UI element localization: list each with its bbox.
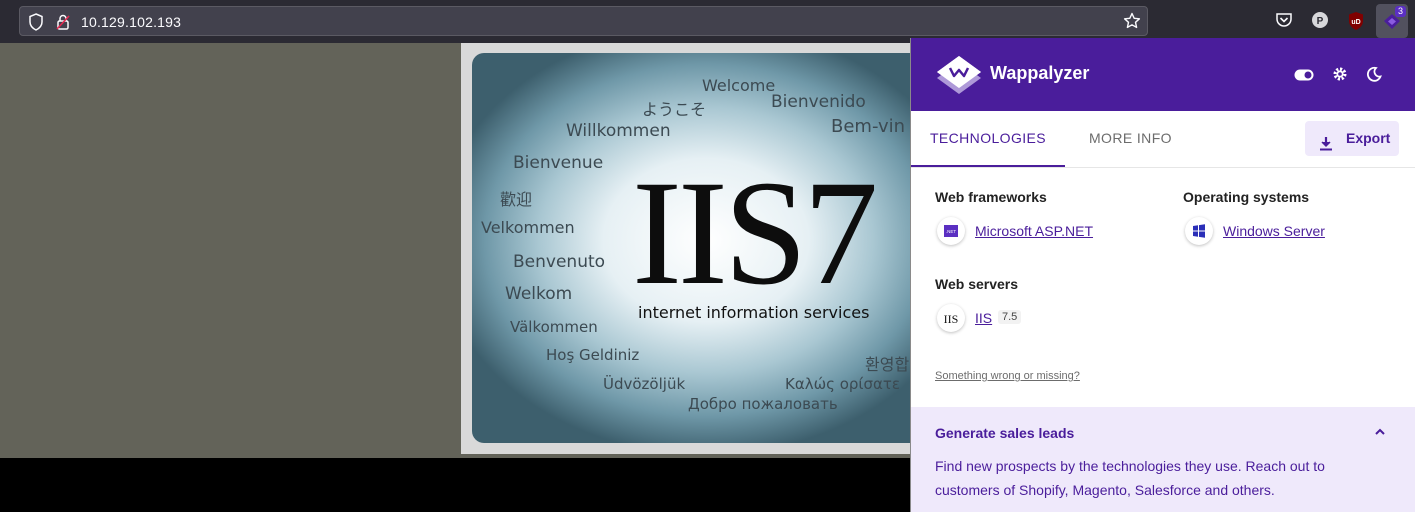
settings-gear-icon[interactable] [1332, 66, 1348, 87]
chevron-up-icon[interactable] [1373, 425, 1387, 444]
bookmark-star-icon[interactable] [1123, 12, 1141, 35]
greeting: Benvenuto [513, 252, 606, 272]
greeting: Hoş Geldiniz [546, 346, 640, 364]
wappalyzer-title: Wappalyzer [990, 63, 1090, 83]
greeting: Welkom [505, 284, 573, 304]
dotnet-icon: .NET [937, 217, 965, 245]
pocket-icon[interactable] [1275, 11, 1293, 34]
iis7-subtitle: internet information services [638, 303, 870, 322]
browser-toolbar: 10.129.102.193 P uD 3 [0, 0, 1415, 43]
export-label: Export [1346, 130, 1391, 146]
category-title: Operating systems [1183, 189, 1310, 205]
tracking-protection-shield-icon[interactable] [28, 13, 44, 36]
wappalyzer-tabs: TECHNOLOGIES MORE INFO Export [911, 111, 1415, 168]
svg-text:P: P [1317, 16, 1324, 27]
profile-p-icon[interactable]: P [1311, 11, 1329, 34]
greeting: Bienvenido [771, 92, 866, 112]
greeting: Welcome [702, 76, 776, 95]
url-text[interactable]: 10.129.102.193 [81, 14, 181, 30]
wappalyzer-extension-button[interactable]: 3 [1376, 4, 1408, 38]
tech-link-microsoft-aspnet[interactable]: Microsoft ASP.NET [975, 223, 1093, 239]
greeting: 환영합 [865, 355, 910, 374]
greeting: Willkommen [566, 121, 671, 141]
greeting: ようこそ [642, 100, 707, 119]
sales-leads-title[interactable]: Generate sales leads [935, 425, 1074, 441]
sales-leads-description: Find new prospects by the technologies t… [935, 458, 1325, 498]
greeting: 歡迎 [500, 190, 533, 209]
iis-icon: IIS [937, 304, 965, 332]
version-badge: 7.5 [998, 310, 1022, 324]
svg-text:IIS: IIS [944, 312, 959, 326]
toggle-switch-icon[interactable] [1294, 68, 1314, 86]
tab-more-info[interactable]: MORE INFO [1089, 111, 1172, 165]
svg-text:.NET: .NET [946, 229, 957, 234]
wappalyzer-popup: Wappalyzer TECHNOLOGIES MORE INFO Export… [910, 38, 1415, 512]
greeting: Välkommen [510, 318, 598, 336]
iis7-logo-text: IIS7 [632, 150, 878, 316]
category-title: Web servers [935, 276, 1019, 292]
tech-link-windows-server[interactable]: Windows Server [1223, 223, 1325, 239]
wappalyzer-logo-icon [935, 54, 983, 101]
greeting: Bem-vin [831, 116, 906, 137]
download-icon [1319, 130, 1333, 165]
greeting: Добро пожаловать [688, 395, 838, 413]
greeting: Καλώς ορίσατε [785, 375, 901, 393]
category-title: Web frameworks [935, 189, 1047, 205]
feedback-link[interactable]: Something wrong or missing? [935, 370, 1080, 382]
url-bar[interactable]: 10.129.102.193 [19, 6, 1148, 36]
sales-leads-panel: Generate sales leads Find new prospects … [911, 407, 1415, 512]
svg-text:uD: uD [1351, 19, 1360, 26]
wappalyzer-header: Wappalyzer [911, 38, 1415, 111]
tab-technologies[interactable]: TECHNOLOGIES [911, 111, 1065, 167]
insecure-lock-icon[interactable] [56, 13, 70, 36]
export-button[interactable]: Export [1305, 121, 1399, 156]
ublock-origin-icon[interactable]: uD [1347, 11, 1365, 36]
dark-mode-moon-icon[interactable] [1366, 66, 1382, 87]
greeting: Üdvözöljük [603, 375, 686, 393]
greeting: Velkommen [481, 218, 575, 237]
extension-badge: 3 [1394, 6, 1406, 17]
greeting: Bienvenue [513, 153, 604, 173]
tech-link-iis[interactable]: IIS [975, 310, 992, 326]
windows-icon [1185, 217, 1213, 245]
